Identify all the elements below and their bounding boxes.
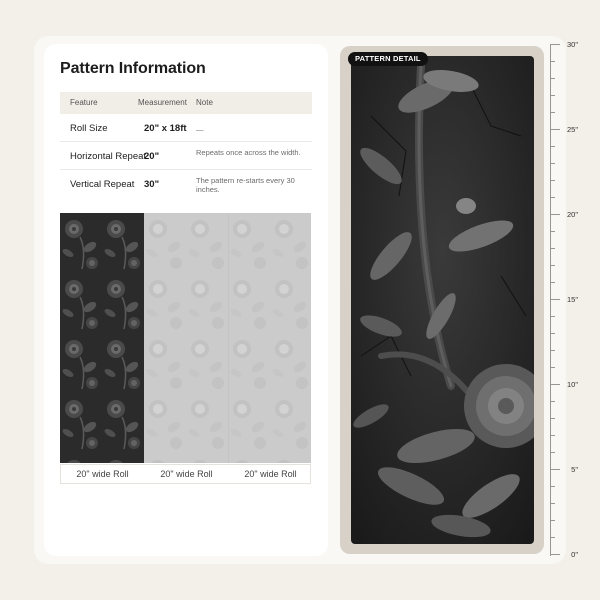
ruler-label: 25" [566, 125, 578, 134]
ruler-tick [550, 486, 555, 487]
roll-preview [60, 213, 311, 463]
row-measurement: 30" [144, 179, 160, 190]
ruler-tick [550, 418, 555, 419]
ruler-tick [550, 248, 555, 249]
ruler-tick [550, 469, 560, 470]
ruler-line [550, 44, 551, 556]
ruler-tick [550, 299, 560, 300]
table-row: Vertical Repeat 30" The pattern re-start… [60, 170, 312, 198]
ruler-label: 5" [571, 465, 578, 474]
ruler-label: 30" [566, 40, 578, 49]
roll-label: 20" wide Roll [76, 469, 129, 479]
ruler-tick [550, 163, 555, 164]
roll-faded-pattern [144, 213, 228, 463]
ruler-tick [550, 503, 555, 504]
ruler-tick [550, 129, 560, 130]
row-feature: Roll Size [70, 123, 108, 134]
header-measurement: Measurement [138, 98, 187, 107]
ruler-tick [550, 214, 560, 215]
ruler-tick [550, 520, 555, 521]
header-note: Note [196, 98, 213, 107]
ruler-tick [550, 435, 555, 436]
page-title: Pattern Information [60, 60, 206, 77]
pattern-table: Feature Measurement Note Roll Size 20" x… [60, 92, 312, 198]
ruler-tick [550, 78, 555, 79]
row-note: The pattern re-starts every 30 inches. [196, 176, 295, 194]
table-row: Roll Size 20" x 18ft — [60, 114, 312, 142]
pattern-detail-image [351, 56, 534, 544]
table-header: Feature Measurement Note [60, 92, 312, 114]
ruler-label: 10" [566, 380, 578, 389]
ruler-tick [550, 95, 555, 96]
ruler-tick [550, 452, 555, 453]
ruler-tick [550, 112, 555, 113]
roll-dark-pattern [60, 213, 144, 463]
ruler-tick [550, 316, 555, 317]
ruler-label: 0" [571, 550, 578, 559]
ruler-label: 15" [566, 295, 578, 304]
ruler-tick [550, 197, 555, 198]
height-ruler [545, 44, 565, 556]
ruler-tick [550, 180, 555, 181]
roll-labels: 20" wide Roll 20" wide Roll 20" wide Rol… [60, 464, 311, 484]
ruler-tick [550, 333, 555, 334]
roll-label: 20" wide Roll [160, 469, 213, 479]
ruler-tick [550, 537, 555, 538]
table-row: Horizontal Repeat 20" Repeats once acros… [60, 142, 312, 170]
ruler-tick [550, 282, 555, 283]
row-feature: Vertical Repeat [70, 179, 135, 190]
ruler-tick [550, 384, 560, 385]
ruler-tick [550, 554, 560, 555]
ruler-tick [550, 350, 555, 351]
row-note: — [196, 125, 204, 134]
ruler-tick [550, 401, 555, 402]
ruler-tick [550, 146, 555, 147]
ruler-tick [550, 367, 555, 368]
ruler-tick [550, 61, 555, 62]
row-feature: Horizontal Repeat [70, 151, 147, 162]
ruler-tick [550, 44, 560, 45]
row-note: Repeats once across the width. [196, 148, 301, 157]
pattern-detail-badge: PATTERN DETAIL [348, 52, 428, 66]
ruler-tick [550, 231, 555, 232]
roll-faded-pattern [228, 213, 311, 463]
row-measurement: 20" x 18ft [144, 123, 187, 134]
header-feature: Feature [70, 98, 98, 107]
ruler-tick [550, 265, 555, 266]
roll-label: 20" wide Roll [244, 469, 297, 479]
ruler-label: 20" [566, 210, 578, 219]
row-measurement: 20" [144, 151, 160, 162]
